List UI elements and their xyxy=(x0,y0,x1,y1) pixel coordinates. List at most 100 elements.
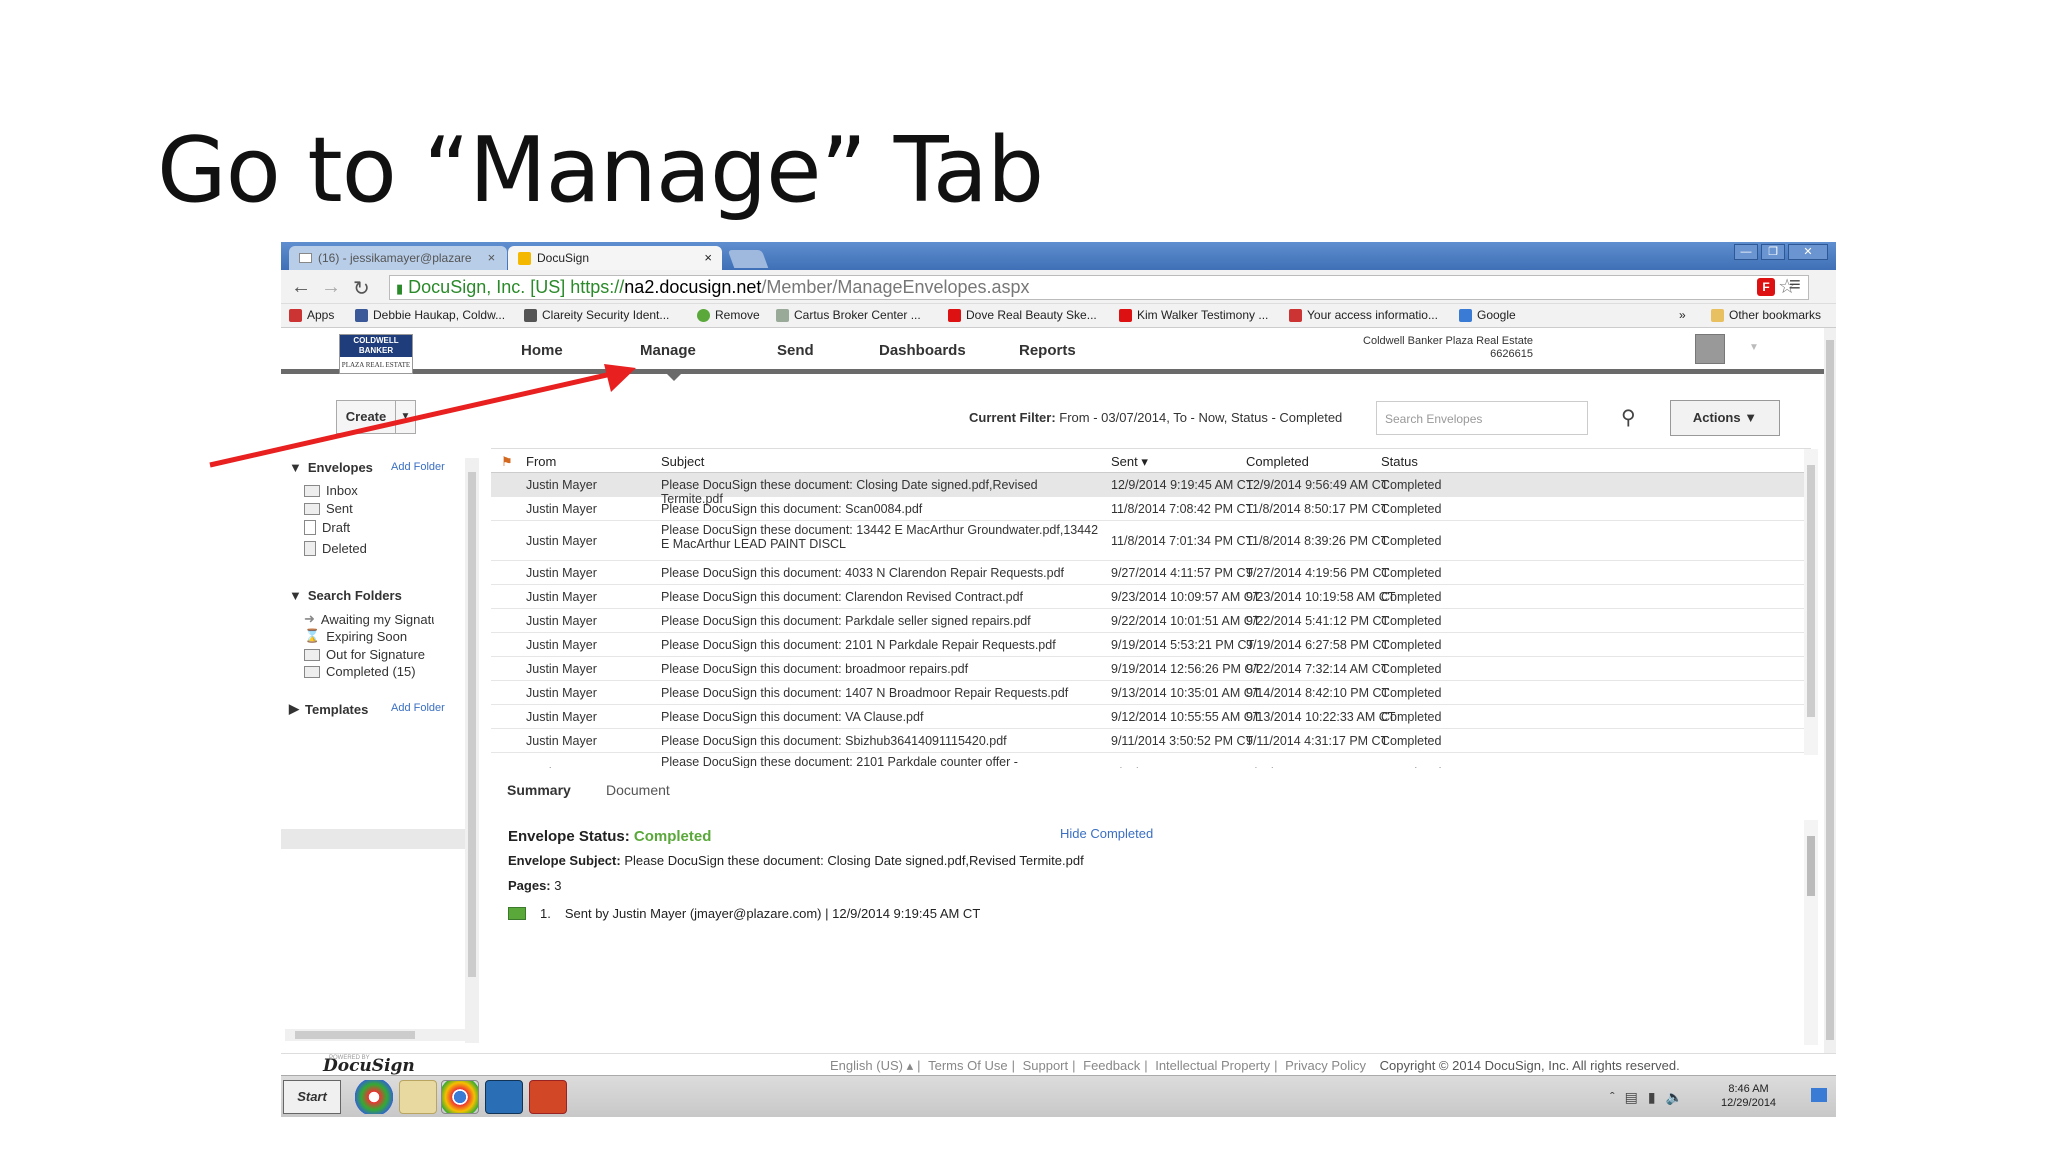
table-row[interactable]: Justin Mayer Please DocuSign this documen… xyxy=(491,657,1811,681)
chevron-down-icon[interactable]: ▼ xyxy=(395,401,415,433)
folder-inbox[interactable]: Inbox xyxy=(304,483,434,498)
close-icon[interactable]: × xyxy=(488,246,496,270)
nav-home[interactable]: Home xyxy=(521,342,563,359)
table-row[interactable]: Justin Mayer Please DocuSign this documen… xyxy=(491,585,1811,609)
table-scrollbar[interactable] xyxy=(1804,449,1818,755)
table-row[interactable]: Justin Mayer Please DocuSign this documen… xyxy=(491,729,1811,753)
search-folders-section[interactable]: ▼ Search Folders xyxy=(289,588,402,603)
folder-scrollbar[interactable] xyxy=(465,458,479,1043)
search-folder-awaiting[interactable]: ➜Awaiting my Signature xyxy=(304,611,434,627)
folder-sent[interactable]: Sent xyxy=(304,501,434,516)
search-envelopes-input[interactable]: Search Envelopes xyxy=(1376,401,1588,435)
folder-hscrollbar[interactable] xyxy=(285,1029,467,1041)
feedback-link[interactable]: Feedback xyxy=(1083,1058,1140,1073)
col-subject[interactable]: Subject xyxy=(661,454,704,469)
col-status[interactable]: Status xyxy=(1381,454,1418,469)
menu-icon[interactable]: ≡ xyxy=(1789,274,1801,297)
address-bar[interactable]: ▮ DocuSign, Inc. [US] https://na2.docusi… xyxy=(389,275,1809,300)
scroll-thumb[interactable] xyxy=(1807,465,1815,717)
nav-reports[interactable]: Reports xyxy=(1019,342,1076,359)
table-row[interactable]: Justin Mayer Please DocuSign this documen… xyxy=(491,609,1811,633)
scroll-thumb[interactable] xyxy=(1826,340,1834,1040)
cell-subject: Please DocuSign this document: VA Clause… xyxy=(661,709,924,724)
app-icon[interactable] xyxy=(485,1080,523,1114)
browser-tab-docusign[interactable]: DocuSign × xyxy=(508,246,722,270)
bookmark-item[interactable]: Cartus Broker Center ... xyxy=(776,308,921,322)
add-folder-link[interactable]: Add Folder xyxy=(391,461,445,473)
browser-tab-mail[interactable]: (16) - jessikamayer@plazare × xyxy=(289,246,507,270)
nav-manage[interactable]: Manage xyxy=(640,342,696,359)
search-folder-expiring[interactable]: ⌛ Expiring Soon xyxy=(304,628,434,644)
bookmark-item[interactable]: Your access informatio... xyxy=(1289,308,1438,322)
restore-icon[interactable]: ❐ xyxy=(1761,244,1785,260)
bookmark-apps[interactable]: Apps xyxy=(289,308,334,322)
create-button[interactable]: Create ▼ xyxy=(336,400,416,434)
avatar[interactable] xyxy=(1695,334,1725,364)
explorer-icon[interactable] xyxy=(399,1080,437,1114)
table-row[interactable]: Justin Mayer Please DocuSign this documen… xyxy=(491,705,1811,729)
close-window-icon[interactable]: ✕ xyxy=(1788,244,1828,260)
bookmarks-more-icon[interactable]: » xyxy=(1679,308,1686,322)
signal-icon[interactable]: ▮ xyxy=(1648,1089,1656,1106)
privacy-link[interactable]: Privacy Policy xyxy=(1285,1058,1366,1073)
actions-button[interactable]: Actions ▼ xyxy=(1670,400,1780,436)
bookmark-item[interactable]: Kim Walker Testimony ... xyxy=(1119,308,1268,322)
page-scrollbar[interactable] xyxy=(1824,328,1836,1053)
chrome-icon[interactable] xyxy=(441,1080,479,1114)
col-from[interactable]: From xyxy=(526,454,556,469)
table-row[interactable]: Justin MayerPlease DocuSign these docume… xyxy=(491,473,1811,506)
chevron-down-icon[interactable]: ▼ xyxy=(1749,342,1759,353)
close-icon[interactable]: × xyxy=(704,246,712,270)
add-folder-link[interactable]: Add Folder xyxy=(391,702,445,714)
table-row[interactable]: Justin Mayer Please DocuSign this documen… xyxy=(491,561,1811,585)
ip-link[interactable]: Intellectual Property xyxy=(1155,1058,1270,1073)
bookmark-item[interactable]: Dove Real Beauty Ske... xyxy=(948,308,1097,322)
col-sent[interactable]: Sent ▾ xyxy=(1111,454,1148,470)
new-tab-button[interactable] xyxy=(727,250,769,268)
table-row[interactable]: Justin Mayer Please DocuSign this documen… xyxy=(491,497,1811,521)
forward-icon[interactable]: → xyxy=(321,276,341,299)
hide-completed-link[interactable]: Hide Completed xyxy=(1060,826,1153,841)
start-button[interactable]: Start xyxy=(283,1080,341,1114)
bookmark-item[interactable]: Google xyxy=(1459,308,1516,322)
terms-link[interactable]: Terms Of Use xyxy=(928,1058,1007,1073)
envelopes-section[interactable]: ▼ Envelopes xyxy=(289,460,373,475)
bookmark-item[interactable]: Remove xyxy=(697,308,760,322)
search-icon[interactable]: ⚲ xyxy=(1621,405,1636,430)
tray-expand-icon[interactable]: ˆ xyxy=(1610,1089,1615,1105)
show-desktop-button[interactable] xyxy=(1811,1088,1827,1102)
clock[interactable]: 8:46 AM 12/29/2014 xyxy=(1721,1082,1776,1110)
powerpoint-icon[interactable] xyxy=(529,1080,567,1114)
support-link[interactable]: Support xyxy=(1023,1058,1069,1073)
bookmark-item[interactable]: Clareity Security Ident... xyxy=(524,308,669,322)
language-link[interactable]: English (US) ▴ xyxy=(830,1058,913,1073)
picasa-icon[interactable] xyxy=(355,1080,393,1114)
volume-icon[interactable]: 🔈 xyxy=(1666,1089,1683,1106)
table-row[interactable]: Justin Mayer Please DocuSign this documen… xyxy=(491,681,1811,705)
detail-scrollbar[interactable] xyxy=(1804,820,1818,1045)
extension-icon[interactable]: F xyxy=(1757,278,1775,296)
folder-draft[interactable]: Draft xyxy=(304,520,434,535)
scroll-thumb[interactable] xyxy=(295,1031,415,1039)
reload-icon[interactable]: ↻ xyxy=(353,276,370,301)
tab-document[interactable]: Document xyxy=(606,782,670,798)
table-row[interactable]: Justin MayerPlease DocuSign these docume… xyxy=(491,521,1811,561)
other-bookmarks[interactable]: Other bookmarks xyxy=(1711,308,1821,322)
templates-section[interactable]: ▶ Templates xyxy=(289,701,368,717)
flag-icon[interactable]: ⚑ xyxy=(501,454,513,470)
network-icon[interactable]: ▤ xyxy=(1625,1089,1638,1106)
bookmark-item[interactable]: Debbie Haukap, Coldw... xyxy=(355,308,505,322)
search-folder-completed[interactable]: Completed (15) xyxy=(304,664,434,679)
nav-send[interactable]: Send xyxy=(777,342,814,359)
scroll-thumb[interactable] xyxy=(468,472,476,977)
scroll-thumb[interactable] xyxy=(1807,836,1815,896)
tab-summary[interactable]: Summary xyxy=(507,782,571,798)
search-folder-out-for-signature[interactable]: Out for Signature xyxy=(304,647,434,662)
company-logo[interactable]: COLDWELL BANKER PLAZA REAL ESTATE xyxy=(339,334,413,374)
nav-dashboards[interactable]: Dashboards xyxy=(879,342,966,359)
col-completed[interactable]: Completed xyxy=(1246,454,1309,469)
folder-deleted[interactable]: Deleted xyxy=(304,541,434,556)
table-row[interactable]: Justin Mayer Please DocuSign this documen… xyxy=(491,633,1811,657)
back-icon[interactable]: ← xyxy=(291,276,311,299)
minimize-icon[interactable]: — xyxy=(1734,244,1758,260)
